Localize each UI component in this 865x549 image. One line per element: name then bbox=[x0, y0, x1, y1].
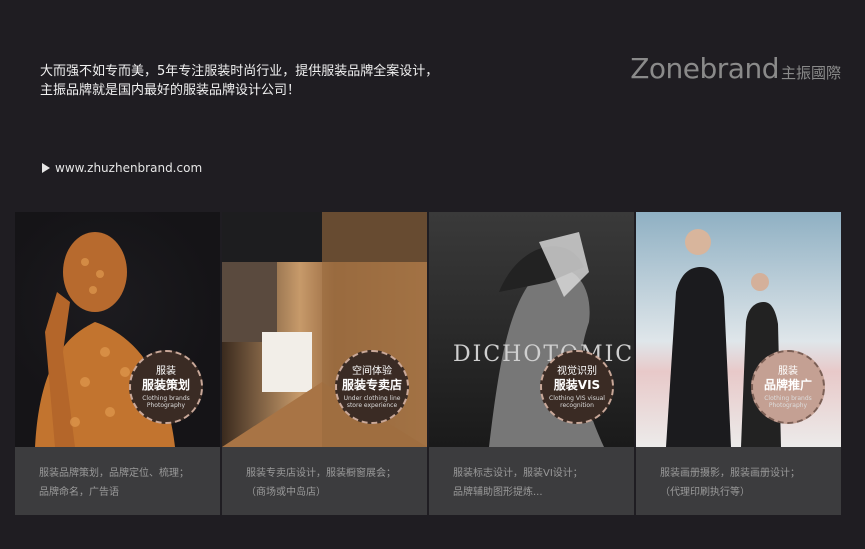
desc-line-1: 服装专卖店设计，服装橱窗展会； bbox=[246, 468, 396, 479]
badge-clothing-planning: 服装 服装策划 Clothing brands Photography bbox=[129, 350, 203, 424]
badge-line-1: 服装 bbox=[778, 365, 798, 377]
brand-name: Zonebrand bbox=[630, 52, 779, 85]
card-photo: 空间体验 服装专卖店 Under clothing line store exp… bbox=[222, 212, 427, 447]
website-url: www.zhuzhenbrand.com bbox=[55, 161, 203, 175]
play-arrow-icon bbox=[42, 163, 50, 173]
desc-line-1: 服装画册摄影，服装画册设计； bbox=[660, 468, 800, 479]
desc-line-2: （代理印刷执行等） bbox=[660, 487, 750, 498]
service-cards: 服装 服装策划 Clothing brands Photography 服装品牌… bbox=[15, 212, 841, 515]
card-clothing-planning[interactable]: 服装 服装策划 Clothing brands Photography 服装品牌… bbox=[15, 212, 220, 515]
card-description: 服装画册摄影，服装画册设计； （代理印刷执行等） bbox=[636, 447, 841, 502]
badge-line-1: 服装 bbox=[156, 365, 176, 377]
website-link[interactable]: www.zhuzhenbrand.com bbox=[42, 161, 202, 175]
photo-caption-text: DICHOTOMIC bbox=[453, 342, 634, 367]
card-photo: 服装 品牌推广 Clothing brands Photography bbox=[636, 212, 841, 447]
badge-line-1: 视觉识别 bbox=[557, 365, 597, 377]
badge-line-2: 服装策划 bbox=[141, 377, 190, 392]
card-store-design[interactable]: 空间体验 服装专卖店 Under clothing line store exp… bbox=[222, 212, 427, 515]
badge-brand-promotion: 服装 品牌推广 Clothing brands Photography bbox=[751, 350, 825, 424]
desc-line-2: 品牌辅助图形提炼... bbox=[453, 487, 543, 498]
desc-line-2: （商场或中岛店） bbox=[246, 487, 326, 498]
intro-line-2: 主振品牌就是国内最好的服装品牌设计公司！ bbox=[40, 83, 301, 98]
intro-text: 大而强不如专而美，5年专注服装时尚行业，提供服装品牌全案设计， 主振品牌就是国内… bbox=[40, 62, 438, 100]
desc-line-1: 服装标志设计，服装VI设计； bbox=[453, 468, 583, 479]
brand-cn-name: 主振國際 bbox=[780, 64, 841, 82]
intro-line-1: 大而强不如专而美，5年专注服装时尚行业，提供服装品牌全案设计， bbox=[40, 64, 439, 79]
badge-line-3: Clothing VIS visual recognition bbox=[549, 394, 605, 409]
desc-line-2: 品牌命名，广告语 bbox=[39, 487, 119, 498]
badge-line-2: 服装专卖店 bbox=[341, 377, 402, 392]
card-photo: DICHOTOMIC 视觉识别 服装VIS Clothing VIS visua… bbox=[429, 212, 634, 447]
badge-line-1: 空间体验 bbox=[352, 365, 392, 377]
card-description: 服装标志设计，服装VI设计； 品牌辅助图形提炼... bbox=[429, 447, 634, 502]
badge-line-2: 服装VIS bbox=[553, 377, 601, 392]
card-brand-promotion[interactable]: 服装 品牌推广 Clothing brands Photography 服装画册… bbox=[636, 212, 841, 515]
card-description: 服装专卖店设计，服装橱窗展会； （商场或中岛店） bbox=[222, 447, 427, 502]
card-photo: 服装 服装策划 Clothing brands Photography bbox=[15, 212, 220, 447]
brand-logo[interactable]: Zonebrand 主振國際 bbox=[630, 52, 841, 85]
badge-line-3: Clothing brands Photography bbox=[142, 394, 190, 409]
desc-line-1: 服装品牌策划，品牌定位、梳理； bbox=[39, 468, 189, 479]
badge-line-2: 品牌推广 bbox=[763, 377, 812, 392]
badge-line-3: Under clothing line store experience bbox=[343, 394, 401, 409]
badge-vis-design: 视觉识别 服装VIS Clothing VIS visual recogniti… bbox=[540, 350, 614, 424]
badge-store-design: 空间体验 服装专卖店 Under clothing line store exp… bbox=[335, 350, 409, 424]
card-description: 服装品牌策划，品牌定位、梳理； 品牌命名，广告语 bbox=[15, 447, 220, 502]
badge-line-3: Clothing brands Photography bbox=[764, 394, 812, 409]
card-vis-design[interactable]: DICHOTOMIC 视觉识别 服装VIS Clothing VIS visua… bbox=[429, 212, 634, 515]
